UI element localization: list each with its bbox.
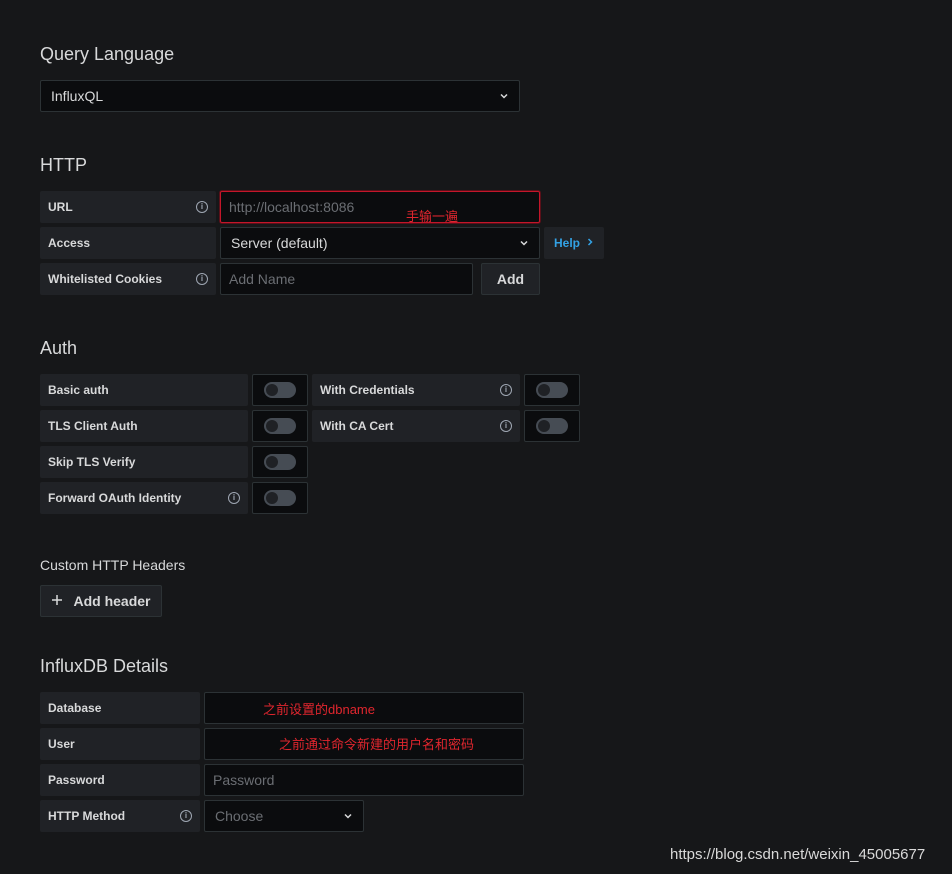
access-select[interactable]: Server (default) — [220, 227, 540, 259]
add-header-label: Add header — [73, 593, 151, 609]
toggle-switch[interactable] — [264, 418, 296, 434]
query-language-value: InfluxQL — [51, 88, 104, 104]
with-ca-cert-toggle[interactable] — [524, 410, 580, 442]
toggle-switch[interactable] — [536, 382, 568, 398]
url-input[interactable]: http://localhost:8086 — [220, 191, 540, 223]
forward-oauth-label: Forward OAuth Identity i — [40, 482, 248, 514]
toggle-switch[interactable] — [264, 454, 296, 470]
auth-title: Auth — [40, 338, 78, 358]
watermark: https://blog.csdn.net/weixin_45005677 — [670, 846, 926, 863]
add-header-button[interactable]: Add header — [40, 585, 162, 617]
query-language-title: Query Language — [40, 44, 175, 64]
user-label-text: User — [48, 737, 75, 751]
tls-client-auth-text: TLS Client Auth — [48, 419, 138, 433]
chevron-down-icon — [499, 91, 509, 101]
url-annotation: 手输一遍 — [406, 209, 459, 224]
url-placeholder: http://localhost:8086 — [229, 199, 355, 215]
add-cookie-button[interactable]: Add — [481, 263, 540, 295]
with-credentials-toggle[interactable] — [524, 374, 580, 406]
toggle-switch[interactable] — [536, 418, 568, 434]
with-credentials-text: With Credentials — [320, 383, 415, 397]
cookies-label: Whitelisted Cookies i — [40, 263, 216, 295]
forward-oauth-text: Forward OAuth Identity — [48, 491, 182, 505]
database-label: Database — [40, 692, 200, 724]
http-method-label: HTTP Method i — [40, 800, 200, 832]
http-method-placeholder: Choose — [215, 808, 264, 824]
user-label: User — [40, 728, 200, 760]
with-ca-cert-text: With CA Cert — [320, 419, 394, 433]
tls-client-auth-label: TLS Client Auth — [40, 410, 248, 442]
url-label-text: URL — [48, 200, 73, 214]
info-icon[interactable]: i — [500, 384, 512, 396]
cookies-label-text: Whitelisted Cookies — [48, 272, 163, 286]
password-input[interactable]: Password — [204, 764, 524, 796]
access-value: Server (default) — [231, 235, 328, 251]
access-label-text: Access — [48, 236, 91, 250]
tls-client-auth-toggle[interactable] — [252, 410, 308, 442]
skip-tls-verify-toggle[interactable] — [252, 446, 308, 478]
chevron-down-icon — [519, 238, 529, 248]
influxdb-title: InfluxDB Details — [40, 656, 169, 676]
help-button[interactable]: Help — [544, 227, 604, 259]
toggle-switch[interactable] — [264, 490, 296, 506]
help-label: Help — [553, 236, 580, 250]
toggle-switch[interactable] — [264, 382, 296, 398]
password-placeholder: Password — [213, 772, 275, 788]
database-annotation: 之前设置的dbname — [263, 702, 375, 717]
http-title: HTTP — [40, 155, 87, 175]
with-ca-cert-label: With CA Cert i — [312, 410, 520, 442]
cookies-input[interactable]: Add Name — [220, 263, 473, 295]
password-label-text: Password — [48, 773, 105, 787]
chevron-down-icon — [343, 811, 353, 821]
forward-oauth-toggle[interactable] — [252, 482, 308, 514]
cookies-placeholder: Add Name — [229, 271, 296, 287]
basic-auth-label: Basic auth — [40, 374, 248, 406]
password-label: Password — [40, 764, 200, 796]
info-icon[interactable]: i — [500, 420, 512, 432]
info-icon[interactable]: i — [196, 201, 208, 213]
basic-auth-text: Basic auth — [48, 383, 109, 397]
database-label-text: Database — [48, 701, 102, 715]
info-icon[interactable]: i — [196, 273, 208, 285]
info-icon[interactable]: i — [180, 810, 192, 822]
access-label: Access — [40, 227, 216, 259]
plus-icon — [51, 593, 63, 609]
http-method-select[interactable]: Choose — [204, 800, 364, 832]
basic-auth-toggle[interactable] — [252, 374, 308, 406]
custom-headers-title: Custom HTTP Headers — [40, 557, 186, 573]
with-credentials-label: With Credentials i — [312, 374, 520, 406]
url-label: URL i — [40, 191, 216, 223]
user-annotation: 之前通过命令新建的用户名和密码 — [279, 737, 475, 752]
http-method-label-text: HTTP Method — [48, 809, 126, 823]
skip-tls-verify-text: Skip TLS Verify — [48, 455, 136, 469]
skip-tls-verify-label: Skip TLS Verify — [40, 446, 248, 478]
info-icon[interactable]: i — [228, 492, 240, 504]
chevron-right-icon — [586, 236, 594, 250]
query-language-select[interactable]: InfluxQL — [40, 80, 520, 112]
